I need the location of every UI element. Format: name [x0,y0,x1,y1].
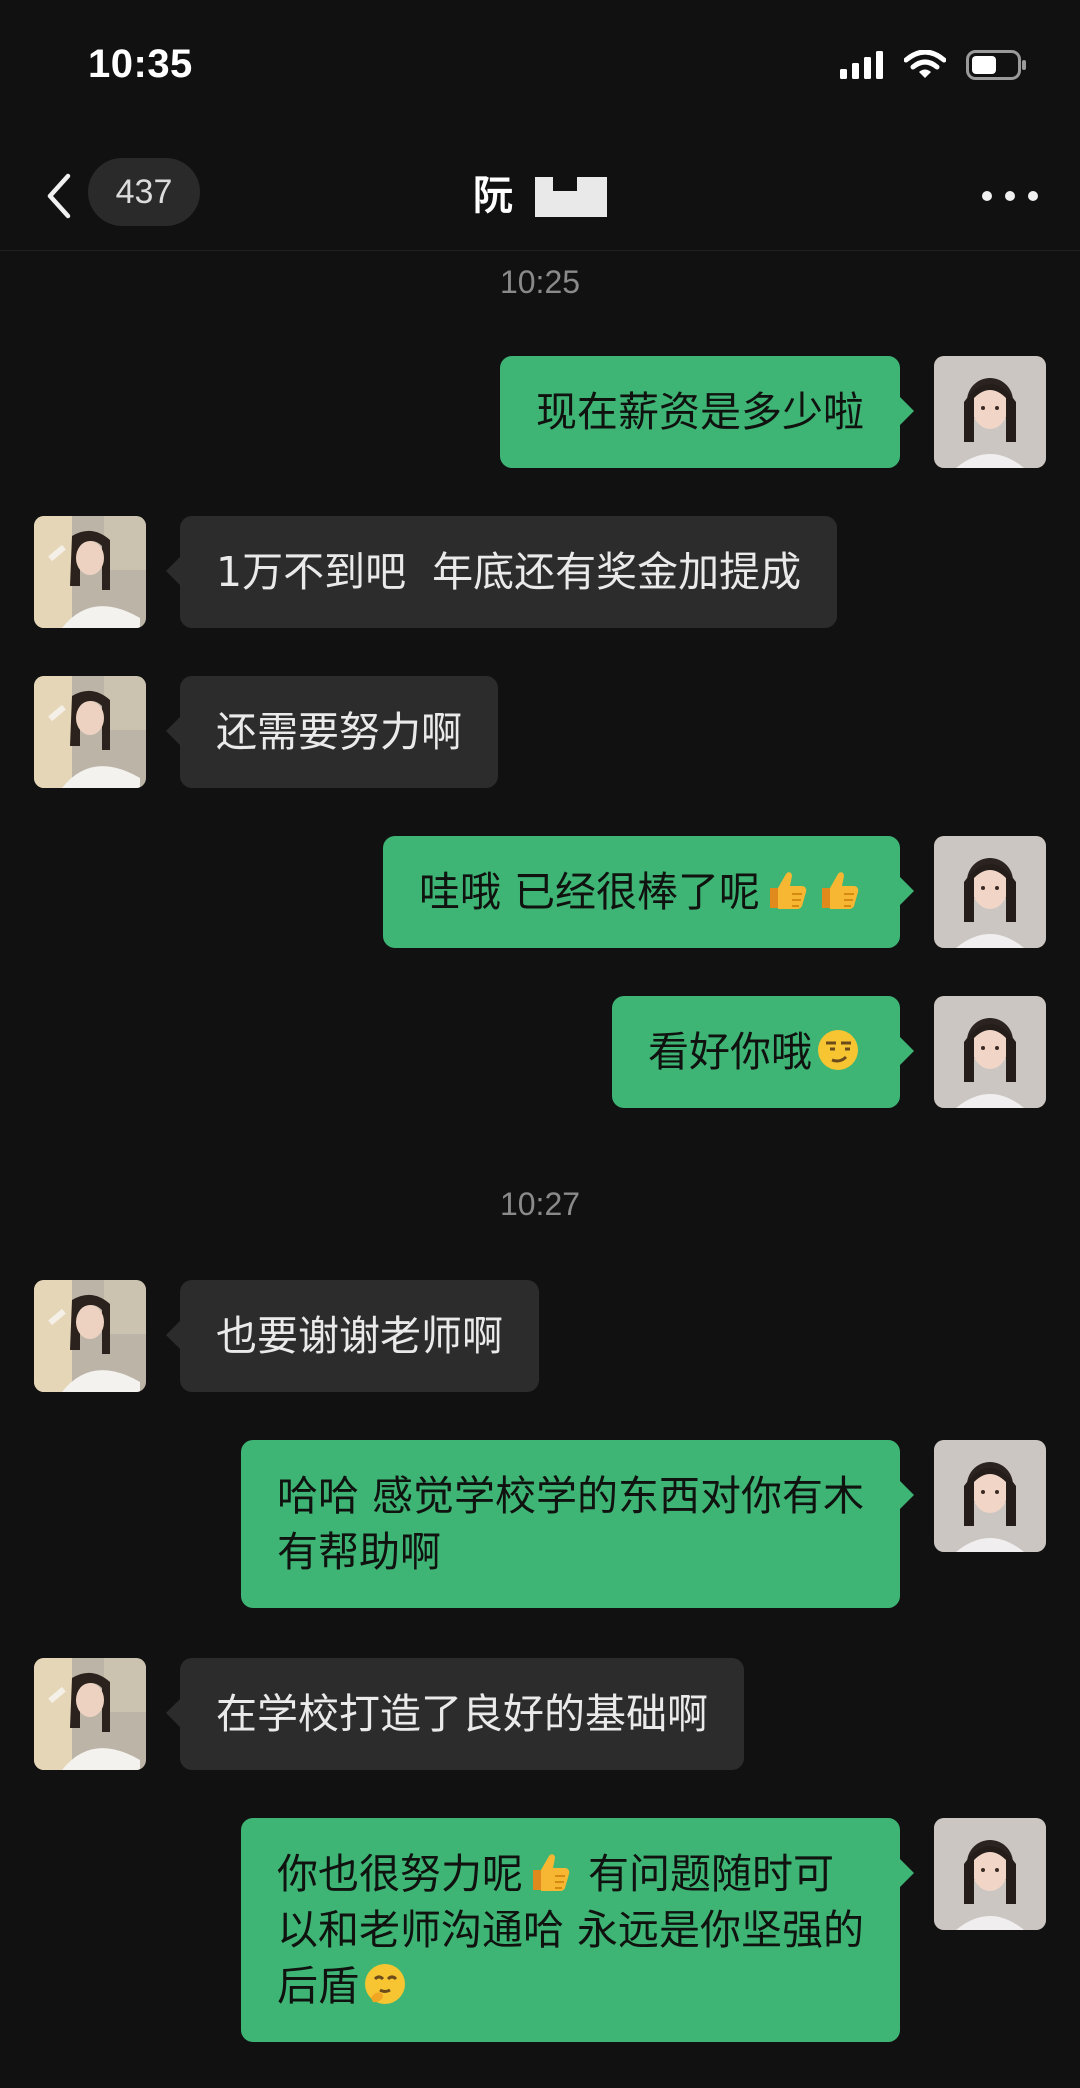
message-text: 看好你哦 [648,1028,812,1076]
message-text: 也要谢谢老师啊 [216,1312,503,1360]
message-bubble[interactable]: 你也很努力呢 有问题随时可 以和老师沟通哈 永远是你坚强的 后盾 [240,1818,915,2042]
message-bubble[interactable]: 在学校打造了良好的基础啊 [166,1658,744,1770]
message-bubble[interactable]: 现在薪资是多少啦 [500,356,914,468]
message-text: 你也很努力呢 [276,1850,523,1898]
message-list[interactable]: 10:25 现在薪资是多少啦 1万不到吧 年底还有奖金加提成 还需要努力啊 哇哦… [0,250,1080,2088]
avatar-self[interactable] [934,1440,1046,1552]
message-text: 有问题随时可 [574,1850,835,1898]
more-icon-dot [1028,191,1038,201]
chat-title: 阮 [473,173,513,219]
thumbs-up-icon [525,1848,573,1896]
status-icons [840,49,1028,84]
message-bubble[interactable]: 1万不到吧 年底还有奖金加提成 [165,516,838,628]
signal-icon [840,51,884,83]
more-icon-dot [1005,191,1015,201]
avatar-self[interactable] [934,1818,1046,1930]
message-text: 还需要努力啊 [216,708,462,756]
thumbs-up-icon [762,866,810,914]
timestamp: 10:27 [499,1186,581,1222]
avatar-contact[interactable] [34,516,146,628]
avatar-contact[interactable] [34,1658,146,1770]
message-text: 哇哦 已经很棒了呢 [418,868,760,916]
message-text: 哈哈 感觉学校学的东西对你有木 [276,1472,864,1520]
chat-title-area: 阮 [0,162,1080,222]
avatar-self[interactable] [934,996,1046,1108]
thumbs-up-icon [814,866,862,914]
message-line: 你也很努力呢 有问题随时可 [277,1846,864,1902]
message-bubble[interactable]: 还需要努力啊 [166,676,498,788]
status-bar: 10:35 [0,0,1080,140]
clock: 10:35 [88,42,193,86]
message-line: 哇哦 已经很棒了呢 [419,864,864,920]
avatar-self[interactable] [934,356,1046,468]
avatar-self[interactable] [934,836,1046,948]
message-text: 后盾 [276,1962,359,2010]
message-line: 看好你哦 [648,1024,864,1080]
message-text: 有帮助啊 [276,1528,441,1576]
avatar-contact[interactable] [34,1280,146,1392]
timestamp: 10:25 [499,264,581,300]
message-text: 现在薪资是多少啦 [536,388,864,436]
smirk-face-icon [814,1026,862,1074]
battery-icon [966,50,1028,84]
message-text: 以和老师沟通哈 永远是你坚强的 [276,1906,864,1954]
message-bubble[interactable]: 哇哦 已经很棒了呢 [382,836,915,948]
message-text: 在学校打造了良好的基础啊 [216,1690,708,1738]
message-bubble[interactable]: 看好你哦 [612,996,914,1108]
avatar-contact[interactable] [34,676,146,788]
more-button[interactable] [982,176,1038,216]
chat-header: 437 阮 [0,140,1080,251]
redaction-block [535,177,607,217]
message-bubble[interactable]: 哈哈 感觉学校学的东西对你有木 有帮助啊 [240,1440,915,1608]
wifi-icon [903,49,947,84]
more-icon-dot [982,191,992,201]
message-line: 后盾 [277,1958,864,2014]
shy-face-icon [361,1960,409,2008]
message-text: 1万不到吧 年底还有奖金加提成 [216,548,802,596]
message-bubble[interactable]: 也要谢谢老师啊 [166,1280,539,1392]
